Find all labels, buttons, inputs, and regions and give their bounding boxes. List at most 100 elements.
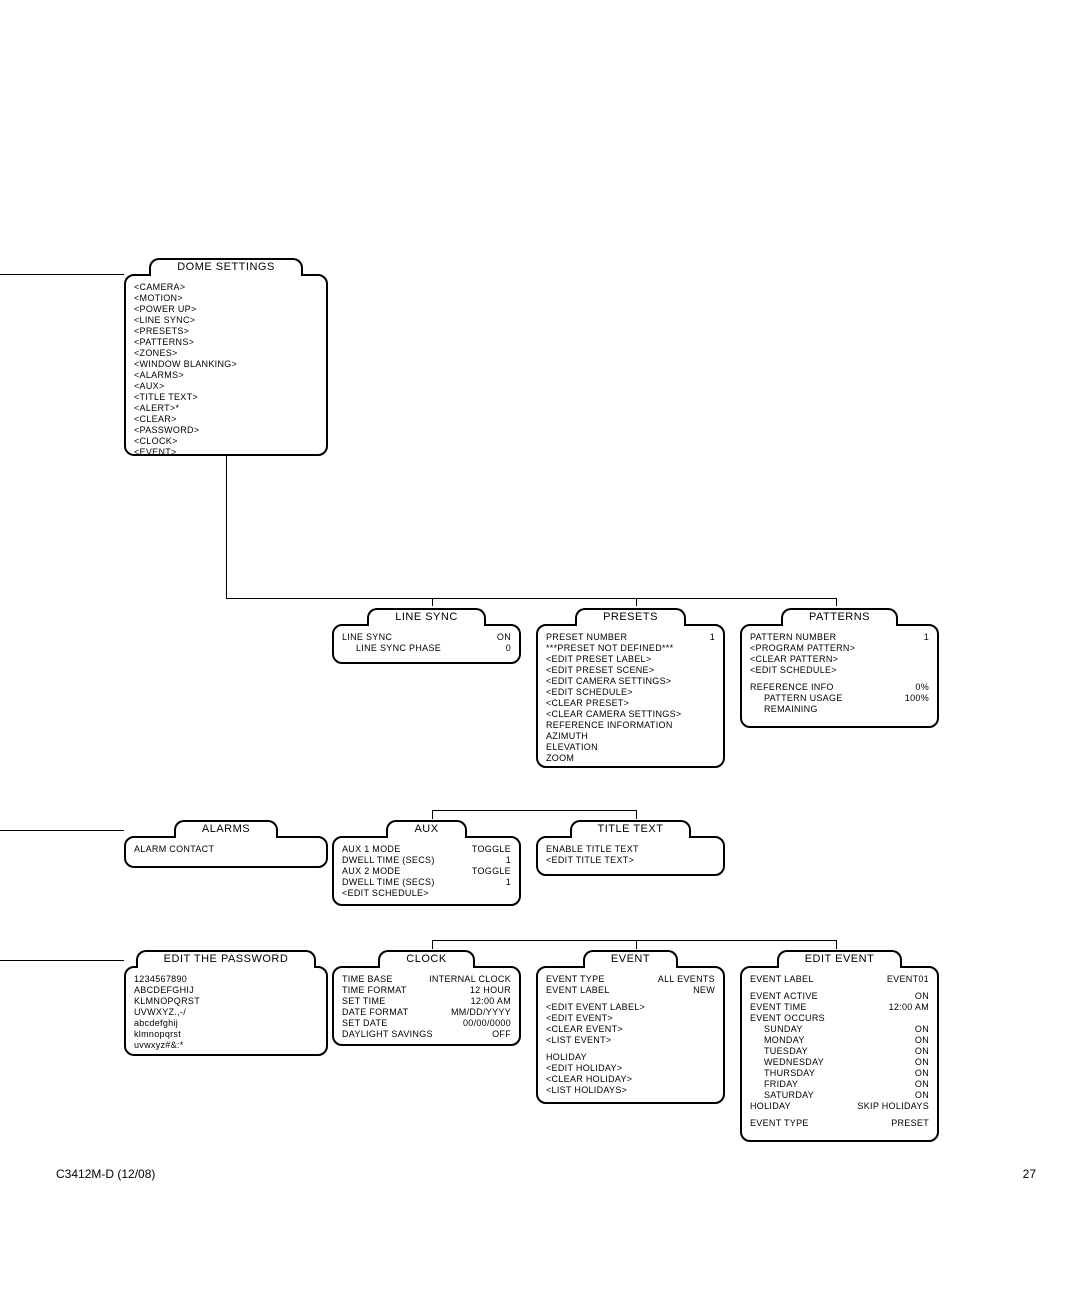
dome-settings-item: <ALERT>* — [134, 403, 318, 414]
dome-settings-item: <EVENT> — [134, 447, 318, 458]
label: EVENT TYPE — [750, 1118, 809, 1129]
edit-event-title: EDIT EVENT — [777, 950, 903, 968]
label: MONDAY — [750, 1035, 805, 1046]
label: PATTERN USAGE — [750, 693, 843, 704]
value: 12 HOUR — [470, 985, 511, 996]
dome-settings-item: <PRESETS> — [134, 326, 318, 337]
value: TOGGLE — [472, 866, 511, 877]
label: REFERENCE INFORMATION — [546, 720, 715, 731]
label: TIME BASE — [342, 974, 393, 985]
password-title: EDIT THE PASSWORD — [136, 950, 317, 968]
label: <CLEAR PATTERN> — [750, 654, 929, 665]
label: SET TIME — [342, 996, 386, 1007]
connector — [226, 452, 227, 598]
alarms-box: ALARMS ALARM CONTACT — [124, 836, 328, 868]
label: <EDIT EVENT> — [546, 1013, 715, 1024]
value: OFF — [492, 1029, 511, 1040]
label: DAYLIGHT SAVINGS — [342, 1029, 433, 1040]
value: EVENT01 — [887, 974, 929, 985]
label: <PROGRAM PATTERN> — [750, 643, 929, 654]
page-footer: C3412M-D (12/08) 27 — [56, 1167, 1036, 1181]
value: PRESET — [891, 1118, 929, 1129]
label: <LIST HOLIDAYS> — [546, 1085, 715, 1096]
label: <CLEAR PRESET> — [546, 698, 715, 709]
connector — [636, 598, 637, 606]
password-box: EDIT THE PASSWORD 1234567890 ABCDEFGHIJ … — [124, 966, 328, 1056]
value: NEW — [693, 985, 715, 996]
label: <LIST EVENT> — [546, 1035, 715, 1046]
label: <EDIT SCHEDULE> — [750, 665, 929, 676]
value: ON — [915, 1024, 929, 1035]
label: SET DATE — [342, 1018, 388, 1029]
label: EVENT TYPE — [546, 974, 605, 985]
line-sync-box: LINE SYNC LINE SYNCON LINE SYNC PHASE0 — [332, 624, 521, 664]
dome-settings-box: DOME SETTINGS <CAMERA><MOTION><POWER UP>… — [124, 274, 328, 456]
value: 1 — [924, 632, 929, 643]
label: <EDIT PRESET LABEL> — [546, 654, 715, 665]
label: EVENT ACTIVE — [750, 991, 818, 1002]
connector — [636, 940, 637, 949]
dome-settings-item: <WINDOW BLANKING> — [134, 359, 318, 370]
dome-settings-item: <LINE SYNC> — [134, 315, 318, 326]
label: DATE FORMAT — [342, 1007, 408, 1018]
footer-right: 27 — [1023, 1167, 1036, 1181]
dome-settings-item: <CLEAR> — [134, 414, 318, 425]
patterns-title: PATTERNS — [781, 608, 898, 626]
dome-settings-item: <AUX> — [134, 381, 318, 392]
label: klmnopqrst — [134, 1029, 318, 1040]
label: DWELL TIME (SECS) — [342, 877, 435, 888]
label: LINE SYNC — [342, 632, 392, 643]
value: ON — [497, 632, 511, 643]
label: <EDIT PRESET SCENE> — [546, 665, 715, 676]
label: ABCDEFGHIJ — [134, 985, 318, 996]
title-text-title: TITLE TEXT — [570, 820, 692, 838]
label: UVWXYZ.,-/ — [134, 1007, 318, 1018]
presets-title: PRESETS — [575, 608, 686, 626]
alarms-title: ALARMS — [174, 820, 278, 838]
label: FRIDAY — [750, 1079, 798, 1090]
label: ALARM CONTACT — [134, 844, 318, 855]
connector — [432, 598, 433, 606]
presets-box: PRESETS PRESET NUMBER1 ***PRESET NOT DEF… — [536, 624, 725, 768]
label: TUESDAY — [750, 1046, 808, 1057]
label: <EDIT CAMERA SETTINGS> — [546, 676, 715, 687]
value: ON — [915, 1035, 929, 1046]
value: ON — [915, 1046, 929, 1057]
connector — [226, 598, 836, 599]
label: TIME FORMAT — [342, 985, 407, 996]
title-text-box: TITLE TEXT ENABLE TITLE TEXT <EDIT TITLE… — [536, 836, 725, 876]
connector — [0, 274, 124, 275]
connector — [432, 810, 433, 819]
label: REMAINING — [750, 704, 929, 715]
value: 12:00 AM — [889, 1002, 929, 1013]
label: EVENT OCCURS — [750, 1013, 929, 1024]
label: 1234567890 — [134, 974, 318, 985]
dome-settings-item: <TITLE TEXT> — [134, 392, 318, 403]
value: MM/DD/YYYY — [451, 1007, 511, 1018]
label: abcdefghij — [134, 1018, 318, 1029]
clock-box: CLOCK TIME BASEINTERNAL CLOCK TIME FORMA… — [332, 966, 521, 1046]
label: ***PRESET NOT DEFINED*** — [546, 643, 715, 654]
value: INTERNAL CLOCK — [429, 974, 511, 985]
dome-settings-item: <PATTERNS> — [134, 337, 318, 348]
value: 100% — [905, 693, 929, 704]
dome-settings-item: <ALARMS> — [134, 370, 318, 381]
value: ON — [915, 1079, 929, 1090]
connector — [0, 960, 124, 961]
label: DWELL TIME (SECS) — [342, 855, 435, 866]
value: 1 — [506, 877, 511, 888]
line-sync-title: LINE SYNC — [367, 608, 486, 626]
value: ON — [915, 1057, 929, 1068]
value: 0 — [506, 643, 511, 654]
label: PATTERN NUMBER — [750, 632, 836, 643]
aux-title: AUX — [386, 820, 466, 838]
value: 1 — [710, 632, 715, 643]
dome-settings-item: <POWER UP> — [134, 304, 318, 315]
label: ENABLE TITLE TEXT — [546, 844, 715, 855]
value: ON — [915, 1090, 929, 1101]
label: EVENT LABEL — [750, 974, 814, 985]
aux-box: AUX AUX 1 MODETOGGLE DWELL TIME (SECS)1 … — [332, 836, 521, 906]
value: 00/00/0000 — [463, 1018, 511, 1029]
dome-settings-item: <CLOCK> — [134, 436, 318, 447]
edit-event-box: EDIT EVENT EVENT LABELEVENT01 EVENT ACTI… — [740, 966, 939, 1142]
